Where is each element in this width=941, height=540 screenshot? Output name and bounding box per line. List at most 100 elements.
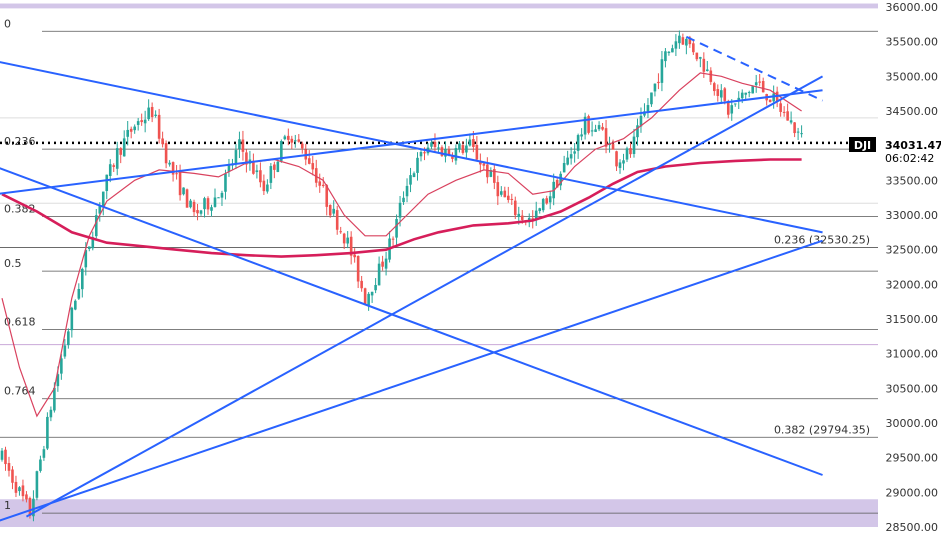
candle-body (482, 163, 486, 166)
candle-body (18, 487, 21, 492)
candle-body (622, 160, 625, 164)
fib-label: 0.764 (4, 385, 36, 398)
candle-body (510, 198, 514, 200)
candle-body (147, 107, 150, 120)
candle-body (472, 139, 475, 147)
candle-body (217, 197, 220, 199)
candle-body (395, 218, 398, 238)
candle-body (754, 82, 758, 86)
candle-body (122, 138, 126, 157)
candle-body (300, 143, 304, 149)
price-tick-label: 35500.00 (886, 36, 939, 49)
candle-body (384, 258, 388, 269)
candle-body (276, 161, 280, 172)
candle-body (290, 138, 294, 143)
candle-body (367, 293, 370, 306)
candle-body (664, 51, 667, 62)
last-price: 34031.47 (885, 139, 941, 152)
candle-body (423, 152, 426, 154)
price-tick-label: 30500.00 (886, 382, 939, 395)
candle-body (241, 139, 245, 152)
candle-body (283, 136, 287, 140)
candle-body (667, 51, 671, 54)
candle-body (740, 92, 744, 99)
candle-body (604, 128, 608, 147)
candle-body (143, 119, 147, 124)
price-tick-label: 30000.00 (886, 417, 939, 430)
price-tick-label: 34500.00 (886, 105, 939, 118)
candle-body (42, 449, 46, 458)
price-tick-label: 31500.00 (886, 313, 939, 326)
candle-body (140, 120, 143, 123)
candle-body (74, 300, 77, 310)
candle-body (25, 494, 28, 500)
candle-body (541, 198, 545, 211)
countdown: 06:02:42 (885, 152, 934, 165)
candle-body (328, 204, 332, 216)
candle-body (398, 202, 402, 218)
candle-body (4, 449, 7, 465)
candle-body (133, 126, 136, 131)
candle-body (70, 307, 74, 331)
candle-body (500, 191, 503, 195)
candle-body (625, 148, 629, 160)
candle-body (67, 331, 70, 346)
candle-body (730, 105, 734, 114)
price-tick-label: 31000.00 (886, 348, 939, 361)
candle-body (185, 189, 189, 208)
candle-body (259, 170, 262, 183)
candle-body (14, 481, 18, 493)
candle-body (157, 114, 161, 139)
candle-body (632, 136, 636, 154)
candle-body (335, 210, 339, 230)
candle-body (744, 92, 748, 95)
candle-body (674, 41, 678, 49)
candle-body (126, 129, 129, 137)
candle-body (706, 69, 709, 72)
candle-body (660, 59, 664, 83)
candle-body (793, 122, 796, 134)
candle-body (538, 208, 542, 212)
candle-body (758, 81, 761, 83)
candle-body (112, 165, 116, 167)
candle-body (356, 255, 360, 282)
candle-body (192, 201, 196, 213)
candle-body (402, 197, 405, 203)
candle-body (496, 182, 500, 197)
candle-body (716, 89, 720, 96)
candle-body (332, 208, 336, 214)
candle-body (311, 163, 315, 170)
candle-body (182, 187, 185, 195)
candle-body (294, 140, 297, 142)
candle-body (370, 291, 374, 296)
price-tick-label: 32500.00 (886, 244, 939, 257)
candle-body (719, 90, 723, 98)
fib-label: 0.382 (29794.35) (774, 423, 870, 436)
candle-body (548, 196, 552, 203)
candle-body (339, 231, 342, 233)
candle-body (60, 358, 63, 374)
candle-body (520, 215, 524, 220)
candle-body (196, 210, 199, 214)
candle-body (353, 254, 356, 258)
candle-body (681, 37, 685, 45)
candle-body (412, 173, 416, 178)
fib-label: 1 (4, 499, 11, 512)
candle-body (199, 210, 203, 214)
candle-body (597, 125, 601, 130)
candle-body (175, 173, 178, 175)
candle-body (562, 163, 566, 173)
candle-body (444, 149, 447, 157)
price-tick-label: 29500.00 (886, 452, 939, 465)
candle-body (590, 130, 594, 132)
candle-body (618, 162, 622, 168)
candle-body (580, 134, 583, 137)
candle-body (224, 173, 227, 192)
candle-body (164, 143, 168, 164)
candle-body (108, 164, 112, 176)
candle-body (321, 184, 325, 187)
candle-body (475, 144, 479, 160)
candle-body (269, 166, 273, 183)
candle-body (262, 180, 266, 192)
candle-body (646, 105, 650, 112)
